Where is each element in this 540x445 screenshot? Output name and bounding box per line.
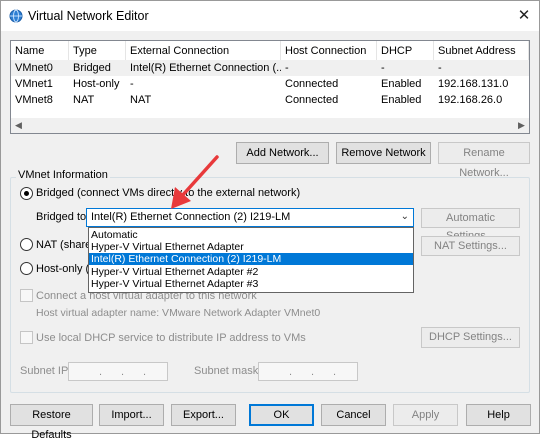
row-external-connection: NAT (130, 94, 152, 106)
horizontal-scrollbar[interactable]: ◀ ▶ (11, 118, 529, 133)
dropdown-option[interactable]: Hyper-V Virtual Ethernet Adapter #3 (89, 278, 413, 290)
row-type: Bridged (73, 62, 111, 74)
remove-network-button[interactable]: Remove Network (336, 142, 431, 164)
chevron-down-icon[interactable]: ⌄ (401, 211, 409, 222)
nat-radio[interactable] (20, 238, 33, 251)
row-external-connection: - (130, 78, 134, 90)
row-subnet-address: - (438, 62, 442, 74)
subnet-ip-input[interactable]: . . . (68, 362, 168, 381)
row-dhcp: - (381, 62, 385, 74)
bridged-to-label: Bridged to: (36, 211, 90, 223)
annotation-arrow-icon (171, 155, 219, 209)
column-header-type[interactable]: Type (69, 41, 126, 61)
dropdown-option[interactable]: Hyper-V Virtual Ethernet Adapter (89, 241, 413, 253)
row-name: VMnet1 (15, 78, 53, 90)
use-dhcp-checkbox[interactable] (20, 331, 33, 344)
column-header-subnet-address[interactable]: Subnet Address (434, 41, 529, 61)
dhcp-settings-button[interactable]: DHCP Settings... (421, 327, 520, 348)
dropdown-option[interactable]: Hyper-V Virtual Ethernet Adapter #2 (89, 266, 413, 278)
row-host-connection: Connected (285, 78, 339, 90)
column-header-external-connection[interactable]: External Connection (126, 41, 281, 61)
host-only-label[interactable]: Host-only (c (36, 263, 95, 275)
window-title: Virtual Network Editor (28, 9, 149, 23)
add-network-button[interactable]: Add Network... (236, 142, 329, 164)
network-list[interactable]: Name Type External Connection Host Conne… (10, 40, 530, 134)
export-button[interactable]: Export... (171, 404, 236, 426)
column-header-name[interactable]: Name (11, 41, 69, 61)
row-subnet-address: 192.168.26.0 (438, 94, 503, 106)
row-name: VMnet8 (15, 94, 53, 106)
help-button[interactable]: Help (466, 404, 531, 426)
subnet-mask-label: Subnet mask: (194, 365, 262, 377)
scroll-left-icon[interactable]: ◀ (11, 118, 26, 133)
restore-defaults-button[interactable]: Restore Defaults (10, 404, 93, 441)
dropdown-option[interactable]: Automatic (89, 229, 413, 241)
row-dhcp: Enabled (381, 78, 422, 90)
row-host-connection: Connected (285, 94, 339, 106)
virtual-network-editor-window: Virtual Network Editor ✕ Name Type Exter… (0, 0, 540, 441)
connect-host-adapter-checkbox[interactable] (20, 289, 33, 302)
cancel-button[interactable]: Cancel (321, 404, 386, 426)
subnet-ip-label: Subnet IP: (20, 365, 72, 377)
automatic-settings-button[interactable]: Automatic Settings... (421, 208, 520, 242)
rename-network-button[interactable]: Rename Network... (438, 142, 530, 179)
use-dhcp-label[interactable]: Use local DHCP service to distribute IP … (36, 332, 306, 344)
table-row[interactable]: VMnet0 Bridged Intel(R) Ethernet Connect… (11, 60, 529, 76)
table-row[interactable]: VMnet1 Host-only - Connected Enabled 192… (11, 76, 529, 92)
title-bar: Virtual Network Editor ✕ (1, 1, 539, 31)
row-type: Host-only (73, 78, 120, 90)
subnet-mask-input[interactable]: . . . (258, 362, 358, 381)
row-external-connection: Intel(R) Ethernet Connection (... (130, 62, 281, 74)
close-icon[interactable]: ✕ (511, 4, 537, 28)
row-subnet-address: 192.168.131.0 (438, 78, 509, 90)
column-header-dhcp[interactable]: DHCP (377, 41, 434, 61)
list-header: Name Type External Connection Host Conne… (11, 41, 529, 61)
bridged-radio[interactable] (20, 187, 33, 200)
import-button[interactable]: Import... (99, 404, 164, 426)
dropdown-option-selected[interactable]: Intel(R) Ethernet Connection (2) I219-LM (89, 253, 413, 265)
row-type: NAT (73, 94, 95, 106)
apply-button[interactable]: Apply (393, 404, 458, 426)
vmnet-information-label: VMnet Information (16, 169, 110, 181)
network-globe-icon (9, 9, 23, 23)
column-header-host-connection[interactable]: Host Connection (281, 41, 377, 61)
bridged-to-select[interactable]: Intel(R) Ethernet Connection (2) I219-LM… (86, 208, 414, 227)
host-adapter-name-label: Host virtual adapter name: VMware Networ… (36, 307, 321, 319)
nat-settings-button[interactable]: NAT Settings... (421, 236, 520, 256)
row-host-connection: - (285, 62, 289, 74)
row-dhcp: Enabled (381, 94, 422, 106)
row-name: VMnet0 (15, 62, 53, 74)
bridged-to-dropdown-list[interactable]: Automatic Hyper-V Virtual Ethernet Adapt… (88, 227, 414, 293)
table-row[interactable]: VMnet8 NAT NAT Connected Enabled 192.168… (11, 92, 529, 108)
ok-button[interactable]: OK (249, 404, 314, 426)
host-only-radio[interactable] (20, 262, 33, 275)
scroll-right-icon[interactable]: ▶ (514, 118, 529, 133)
